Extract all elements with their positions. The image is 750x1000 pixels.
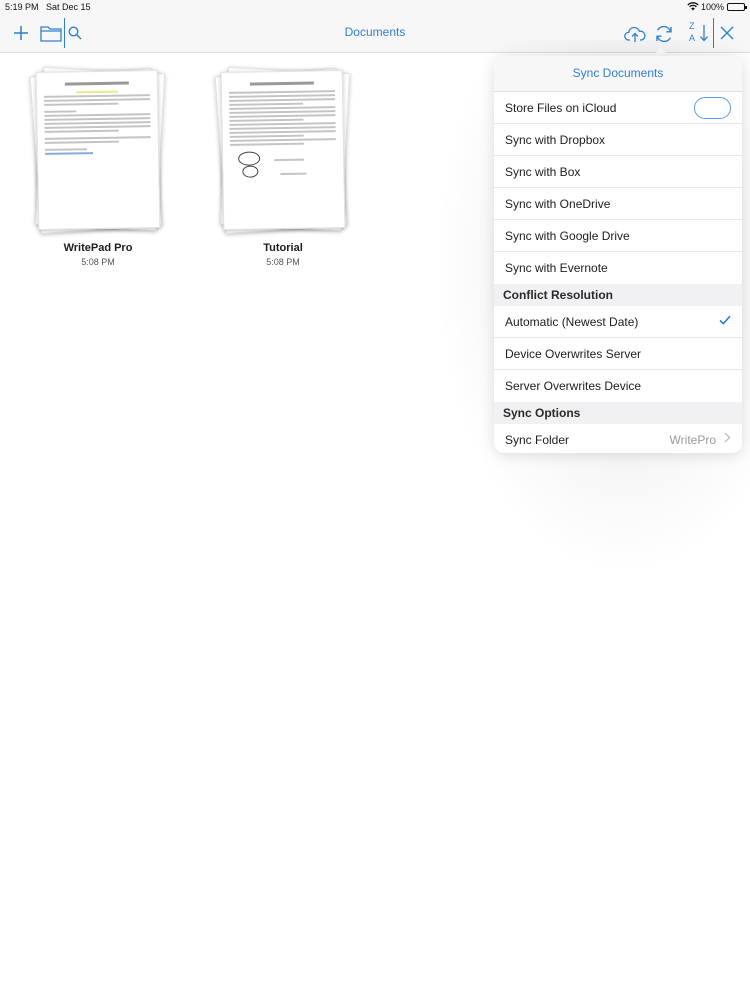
- checkmark-icon: [719, 314, 731, 328]
- wifi-icon: [687, 2, 699, 13]
- status-bar: 5:19 PM Sat Dec 15 100%: [0, 0, 750, 14]
- sync-onedrive-row[interactable]: Sync with OneDrive: [494, 188, 742, 220]
- document-time: 5:08 PM: [81, 257, 115, 267]
- sync-evernote-row[interactable]: Sync with Evernote: [494, 252, 742, 284]
- row-label: Sync with Box: [505, 164, 581, 179]
- conflict-server-overwrites-row[interactable]: Server Overwrites Device: [494, 370, 742, 402]
- conflict-automatic-row[interactable]: Automatic (Newest Date): [494, 306, 742, 338]
- popover-title: Sync Documents: [494, 56, 742, 92]
- sort-label-top: Z: [689, 21, 695, 31]
- document-thumbnail[interactable]: [214, 66, 351, 236]
- conflict-device-overwrites-row[interactable]: Device Overwrites Server: [494, 338, 742, 370]
- sync-google-drive-row[interactable]: Sync with Google Drive: [494, 220, 742, 252]
- document-item[interactable]: Tutorial 5:08 PM: [208, 66, 358, 267]
- document-time: 5:08 PM: [266, 257, 300, 267]
- status-date: Sat Dec 15: [46, 2, 91, 12]
- row-label: Server Overwrites Device: [505, 379, 642, 393]
- icloud-toggle[interactable]: [694, 97, 731, 119]
- row-label: Automatic (Newest Date): [505, 314, 639, 329]
- status-time: 5:19 PM: [5, 2, 39, 12]
- row-label: Sync Folder: [505, 433, 570, 447]
- sync-folder-row[interactable]: Sync Folder WritePro: [494, 424, 742, 453]
- page-preview: [35, 69, 161, 231]
- signature-mark: [238, 151, 261, 166]
- row-label: Sync with Google Drive: [505, 228, 630, 243]
- store-icloud-row[interactable]: Store Files on iCloud: [494, 92, 742, 124]
- row-label: Store Files on iCloud: [505, 100, 617, 115]
- row-label: Sync with OneDrive: [505, 196, 611, 211]
- page-preview: [220, 69, 346, 231]
- documents-screen: 5:19 PM Sat Dec 15 100% Documents Z A Wr…: [0, 0, 750, 1000]
- sync-options-header: Sync Options: [494, 402, 742, 424]
- row-label: Sync with Dropbox: [505, 132, 606, 147]
- conflict-resolution-header: Conflict Resolution: [494, 284, 742, 306]
- document-thumbnail[interactable]: [29, 66, 166, 236]
- sync-box-row[interactable]: Sync with Box: [494, 156, 742, 188]
- battery-icon: [727, 3, 747, 11]
- signature-area: [230, 146, 337, 182]
- signature-mark: [242, 165, 259, 178]
- chevron-right-icon: [724, 432, 731, 446]
- sync-documents-popover: Sync Documents Store Files on iCloud Syn…: [494, 56, 742, 453]
- sync-dropbox-row[interactable]: Sync with Dropbox: [494, 124, 742, 156]
- document-name: Tutorial: [263, 242, 303, 254]
- battery-percent: 100%: [701, 2, 725, 12]
- document-item[interactable]: WritePad Pro 5:08 PM: [23, 66, 173, 267]
- sync-folder-value: WritePro: [669, 433, 716, 447]
- row-label: Sync with Evernote: [505, 261, 608, 275]
- document-name: WritePad Pro: [63, 242, 133, 254]
- row-label: Device Overwrites Server: [505, 346, 642, 361]
